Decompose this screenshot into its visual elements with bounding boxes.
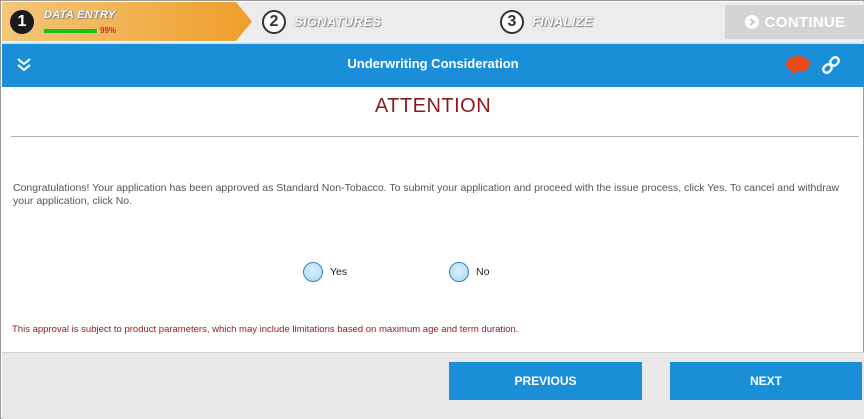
step-number-badge: 2 [262,9,286,34]
approval-message: Congratulations! Your application has be… [13,182,840,207]
footer-bar: PREVIOUS NEXT [2,352,864,419]
no-radio-button[interactable] [449,262,469,282]
step-signatures[interactable]: 2 SIGNATURES [238,2,488,41]
approval-disclaimer: This approval is subject to product para… [12,324,519,335]
app-frame: 1 DATA ENTRY 99% 2 SIGNATURES 3 FINALIZE… [0,0,864,419]
continue-label: CONTINUE [764,13,846,31]
yes-radio-label[interactable]: Yes [330,266,347,278]
no-radio-label[interactable]: No [476,266,489,278]
attention-title: ATTENTION [374,95,492,117]
previous-button[interactable]: PREVIOUS [449,362,642,400]
section-header: Underwriting Consideration [2,42,864,87]
step-number-badge: 1 [10,9,34,34]
next-button[interactable]: NEXT [670,362,862,400]
divider [11,136,859,137]
progress-bar [44,29,98,33]
progress-bar-fill [44,29,98,33]
progress-percent: 99% [100,26,117,35]
step-number-badge: 3 [500,9,524,34]
continue-button[interactable]: CONTINUE [725,5,864,39]
step-label: FINALIZE [532,14,593,29]
progress-steps: 1 DATA ENTRY 99% 2 SIGNATURES 3 FINALIZE… [2,2,864,41]
step-data-entry[interactable]: 1 DATA ENTRY 99% [2,2,252,41]
yes-radio-button[interactable] [303,262,323,282]
section-title: Underwriting Consideration [347,56,519,71]
step-label: DATA ENTRY [44,9,116,21]
step-label: SIGNATURES [294,14,382,29]
step-finalize[interactable]: 3 FINALIZE [472,2,722,41]
chevron-right-icon [744,15,759,29]
link-icon[interactable] [820,54,842,76]
yes-radio-option[interactable]: Yes [303,262,347,282]
chat-bubble-icon[interactable] [785,55,811,77]
no-radio-option[interactable]: No [449,262,489,282]
